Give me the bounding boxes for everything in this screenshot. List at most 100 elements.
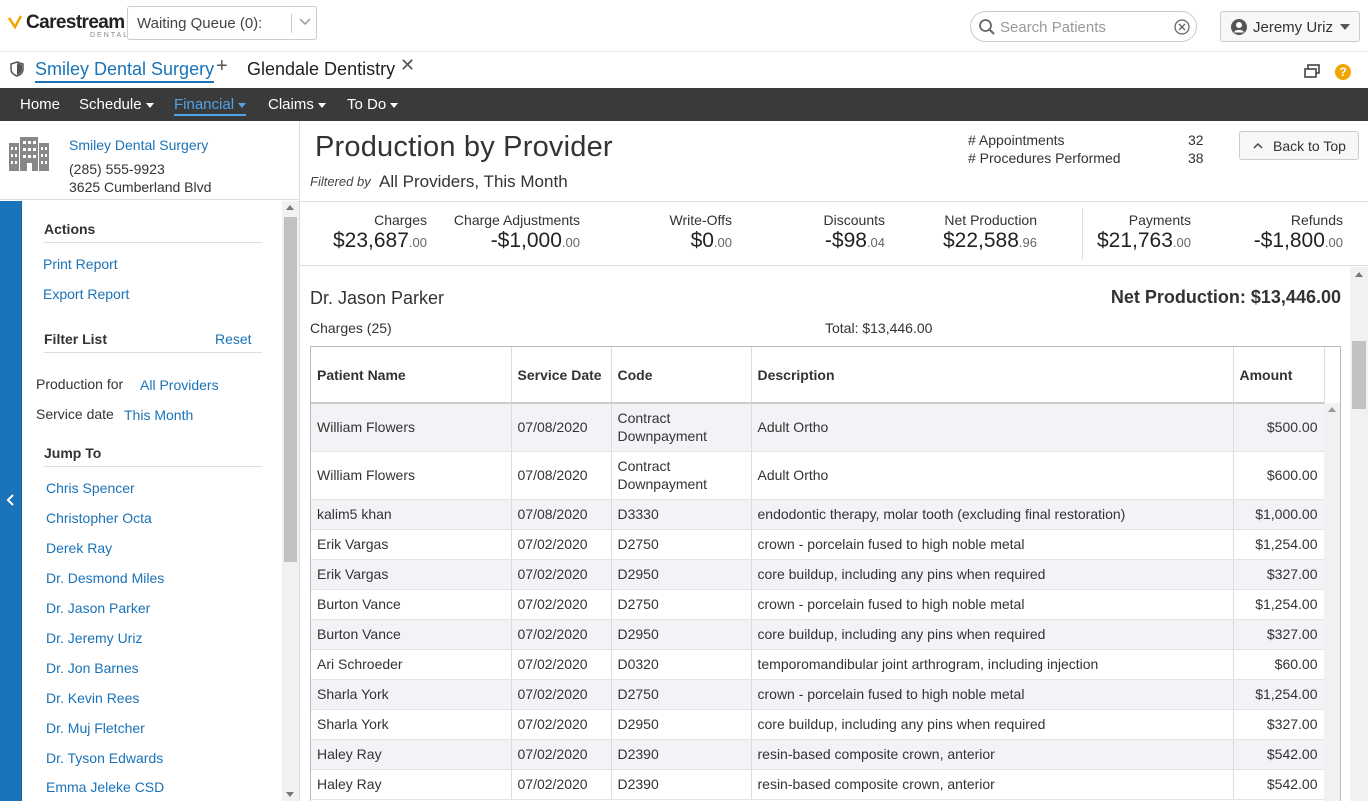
scrollbar-thumb[interactable]: [284, 217, 297, 562]
user-avatar-icon: [1231, 19, 1247, 35]
nav-home[interactable]: Home: [20, 96, 60, 113]
user-menu-button[interactable]: Jeremy Uriz: [1220, 11, 1360, 42]
column-header-patient[interactable]: Patient Name: [311, 347, 512, 404]
table-scrollbar[interactable]: [1324, 403, 1340, 801]
scroll-up-arrow-icon[interactable]: [1328, 407, 1336, 412]
windows-icon[interactable]: [1304, 64, 1320, 78]
service-date-filter[interactable]: This Month: [124, 407, 193, 423]
table-row[interactable]: Erik Vargas 07/02/2020 D2750 crown - porcel…: [311, 529, 1325, 560]
charges-count: Charges (25): [310, 320, 392, 336]
production-for-label: Production for: [36, 376, 124, 392]
sidebar-scrollbar[interactable]: [282, 201, 299, 801]
nav-claims[interactable]: Claims: [268, 96, 326, 113]
help-icon[interactable]: ?: [1335, 64, 1351, 80]
production-for-filter[interactable]: All Providers: [140, 377, 219, 393]
table-row[interactable]: William Flowers 07/08/2020 Contract Downpa…: [311, 403, 1325, 452]
table-row[interactable]: kalim5 khan 07/08/2020 D3330 endodontic the…: [311, 499, 1325, 530]
jump-item[interactable]: Dr. Muj Fletcher: [46, 720, 145, 736]
charges-table: Patient Name Service Date Code Descripti…: [310, 346, 1341, 801]
column-header-description[interactable]: Description: [751, 347, 1234, 404]
summary-cents: .96: [1018, 235, 1037, 250]
print-report-link[interactable]: Print Report: [43, 256, 118, 272]
search-patients: [970, 11, 1197, 42]
scrollbar-thumb[interactable]: [1352, 341, 1366, 409]
service-date-label: Service date: [36, 406, 114, 422]
summary-value: -$98.04: [824, 229, 885, 253]
jump-item[interactable]: Chris Spencer: [46, 480, 135, 496]
table-row[interactable]: Haley Ray 07/02/2020 D2390 resin-based comp…: [311, 769, 1325, 800]
summary-label: Net Production: [944, 212, 1037, 228]
patient-name-cell: Burton Vance: [311, 619, 512, 650]
amount-cell: $542.00: [1233, 739, 1325, 770]
search-input[interactable]: [1000, 17, 1170, 37]
nav-financial[interactable]: Financial: [174, 96, 247, 116]
left-panel: Smiley Dental Surgery (285) 555-9923 362…: [0, 121, 300, 801]
jump-item[interactable]: Dr. Jon Barnes: [46, 660, 139, 676]
clear-search-icon[interactable]: [1174, 19, 1190, 35]
nav-schedule[interactable]: Schedule: [79, 96, 154, 113]
service-date-cell: 07/02/2020: [511, 709, 612, 740]
description-cell: Adult Ortho: [751, 403, 1234, 452]
summary-label: Write-Offs: [669, 212, 733, 228]
caret-down-icon: [390, 102, 399, 108]
code-cell: D2390: [611, 769, 752, 800]
caret-down-icon: [317, 102, 326, 108]
column-header-service-date[interactable]: Service Date: [511, 347, 612, 404]
jump-item[interactable]: Dr. Tyson Edwards: [46, 750, 163, 766]
service-date-cell: 07/08/2020: [511, 403, 612, 452]
patient-name-cell: Ari Schroeder: [311, 649, 512, 680]
code-cell: D2390: [611, 739, 752, 770]
jump-item[interactable]: Dr. Kevin Rees: [46, 690, 139, 706]
column-header-code[interactable]: Code: [611, 347, 752, 404]
amount-cell: $542.00: [1233, 769, 1325, 800]
search-icon: [979, 19, 995, 35]
jump-item[interactable]: Dr. Jeremy Uriz: [46, 630, 142, 646]
jump-item[interactable]: Dr. Desmond Miles: [46, 570, 164, 586]
waiting-queue-dropdown[interactable]: Waiting Queue (0):: [127, 6, 317, 40]
summary-charges: Charges $23,687.00: [333, 212, 427, 253]
table-row[interactable]: Sharla York 07/02/2020 D2750 crown - porcel…: [311, 679, 1325, 710]
caret-down-icon: [238, 102, 247, 108]
summary-cents: .00: [561, 235, 580, 250]
table-row[interactable]: Ari Schroeder 07/02/2020 D0320 temporomandi…: [311, 649, 1325, 680]
jump-item[interactable]: Dr. Jason Parker: [46, 600, 150, 616]
report-main: Production by Provider Filtered by All P…: [300, 121, 1368, 801]
nav-todo[interactable]: To Do: [347, 96, 399, 113]
patient-name-cell: William Flowers: [311, 451, 512, 500]
summary-amount: $22,588: [943, 229, 1019, 252]
jump-item[interactable]: Derek Ray: [46, 540, 112, 556]
scroll-down-arrow-icon[interactable]: [286, 792, 294, 797]
summary-cents: .00: [1324, 235, 1343, 250]
scroll-up-arrow-icon[interactable]: [1355, 272, 1363, 277]
table-row[interactable]: William Flowers 07/08/2020 Contract Downpa…: [311, 451, 1325, 500]
back-to-top-button[interactable]: Back to Top: [1239, 131, 1359, 160]
close-tab-icon[interactable]: ✕: [400, 55, 415, 76]
tab-smiley-dental-surgery[interactable]: Smiley Dental Surgery: [35, 59, 215, 83]
reset-filters-link[interactable]: Reset: [215, 331, 252, 347]
collapse-sidebar-button[interactable]: [0, 201, 22, 801]
table-row[interactable]: Burton Vance 07/02/2020 D2750 crown - porce…: [311, 589, 1325, 620]
column-header-amount[interactable]: Amount: [1233, 347, 1325, 404]
summary-amount: -$1,800: [1253, 229, 1325, 252]
jump-item[interactable]: Emma Jeleke CSD: [46, 779, 164, 795]
office-name-link[interactable]: Smiley Dental Surgery: [69, 137, 208, 153]
summary-net-production: Net Production $22,588.96: [943, 212, 1037, 253]
chevron-down-icon[interactable]: [298, 15, 312, 29]
appointments-label: # Appointments: [968, 132, 1065, 148]
add-tab-icon[interactable]: +: [216, 55, 228, 78]
scroll-up-arrow-icon[interactable]: [286, 205, 294, 210]
table-row[interactable]: Haley Ray 07/02/2020 D2390 resin-based comp…: [311, 739, 1325, 770]
procedures-count: 38: [1188, 150, 1204, 166]
jump-item[interactable]: Christopher Octa: [46, 510, 152, 526]
divider: [44, 352, 262, 353]
tab-glendale-dentistry[interactable]: Glendale Dentistry: [247, 59, 395, 80]
table-row[interactable]: Erik Vargas 07/02/2020 D2950 core buildup, …: [311, 559, 1325, 590]
table-row[interactable]: Sharla York 07/02/2020 D2950 core buildup, …: [311, 709, 1325, 740]
service-date-cell: 07/02/2020: [511, 649, 612, 680]
patient-name-cell: Sharla York: [311, 679, 512, 710]
table-row[interactable]: Burton Vance 07/02/2020 D2950 core buildup,…: [311, 619, 1325, 650]
code-cell: Contract Downpayment: [611, 403, 752, 452]
content-scrollbar[interactable]: [1350, 267, 1368, 801]
export-report-link[interactable]: Export Report: [43, 286, 129, 302]
summary-value: $22,588.96: [943, 229, 1037, 253]
